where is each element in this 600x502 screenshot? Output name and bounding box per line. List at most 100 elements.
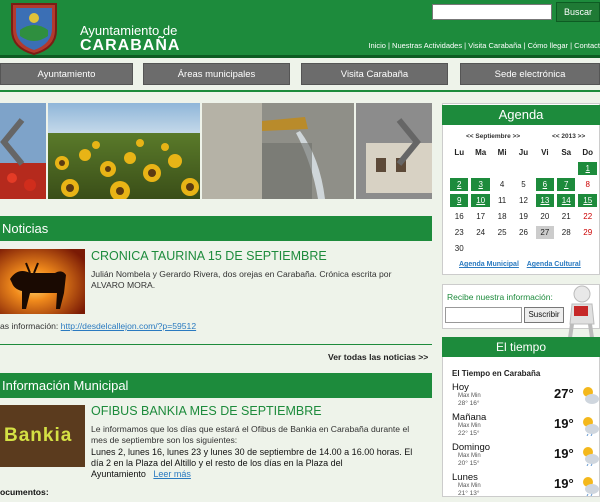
calendar-weekday: Mi — [497, 148, 507, 157]
calendar-day — [471, 162, 490, 175]
nav-divider — [0, 90, 600, 92]
calendar-day: 27 — [535, 226, 555, 239]
municipal-days: Lunes 2, lunes 16, lunes 23 y lunes 30 d… — [91, 447, 421, 480]
municipal-days-text: Lunes 2, lunes 16, lunes 23 y lunes 30 d… — [91, 447, 413, 479]
calendar-day: 28 — [561, 228, 571, 237]
main-nav: Ayuntamiento Áreas municipales Visita Ca… — [0, 62, 600, 88]
weather-day-row: Domingo Max Min 20° 15° 19° — [452, 442, 600, 472]
calendar-day: 23 — [454, 228, 464, 237]
weather-cloud-sun-icon — [583, 447, 599, 466]
year-nav[interactable]: << 2013 >> — [552, 133, 585, 140]
read-more-link[interactable]: Leer más — [153, 469, 191, 479]
slider-prev-icon[interactable] — [0, 118, 26, 166]
weather-temp: 19° — [554, 416, 574, 431]
weather-maxmin-values: 21° 13° — [458, 490, 480, 497]
coat-of-arms-logo[interactable] — [6, 0, 62, 56]
calendar-weekday: Sa — [561, 148, 572, 157]
all-news-link[interactable]: Ver todas las noticias >> — [328, 352, 428, 363]
calendar-day — [557, 162, 575, 175]
weather-day-name: Hoy — [452, 382, 469, 393]
top-links: Inicio | Nuestras Actividades | Visita C… — [368, 41, 600, 50]
calendar-day: 21 — [561, 212, 571, 221]
calendar-week: 9 10 11 12 13 14 15 — [450, 194, 597, 207]
bull-sunset-image[interactable] — [0, 249, 85, 314]
weather-day-row: Lunes Max Min 21° 13° 19° — [452, 472, 600, 502]
calendar-day: 5 — [521, 180, 526, 189]
news-source-link[interactable]: http://desdelcallejon.com/?p=59512 — [61, 321, 196, 331]
nav-sede-electronica[interactable]: Sede electrónica — [460, 63, 600, 85]
calendar-day — [536, 242, 554, 255]
calendar-day: 19 — [519, 212, 528, 221]
agenda-heading: Agenda — [442, 105, 600, 125]
nav-ayuntamiento[interactable]: Ayuntamiento — [0, 63, 133, 85]
calendar-day: 17 — [476, 212, 486, 221]
weather-day-name: Lunes — [452, 472, 478, 483]
town-prefix: Ayuntamiento de — [80, 23, 178, 38]
subscribe-label: Recibe nuestra información: — [447, 292, 553, 302]
calendar-day[interactable]: 10 — [471, 194, 490, 207]
calendar-day: 11 — [497, 196, 507, 205]
weather-cloud-sun-icon — [583, 417, 599, 436]
municipal-heading: Información Municipal — [0, 373, 432, 398]
calendar-day: 29 — [583, 228, 593, 237]
agenda-municipal-link[interactable]: Agenda Municipal — [459, 261, 519, 268]
weather-day-name: Domingo — [452, 442, 491, 453]
calendar-day: 12 — [519, 196, 528, 205]
calendar-day — [578, 242, 597, 255]
calendar-day[interactable]: 3 — [471, 178, 490, 191]
calendar-week: 23 24 25 26 27 28 29 — [450, 226, 597, 239]
calendar-weekday: Ma — [475, 148, 487, 157]
weather-temp: 19° — [554, 476, 574, 491]
calendar-day[interactable]: 6 — [535, 178, 555, 191]
weather-maxmin-label: Max Min — [458, 423, 481, 429]
subscribe-button[interactable]: Suscribir — [524, 307, 564, 323]
weather-day-row: Mañana Max Min 22° 15° 19° — [452, 412, 600, 442]
bankia-logo[interactable]: Bankia — [0, 405, 85, 467]
calendar-weekday: Do — [582, 148, 594, 157]
documents-label: ocumentos: — [0, 487, 49, 497]
news-summary: Julián Nombela y Gerardo Rivera, dos ore… — [91, 269, 392, 290]
top-link-visita[interactable]: Visita Carabaña — [468, 41, 521, 50]
calendar-day[interactable]: 9 — [450, 194, 469, 207]
top-link-inicio[interactable]: Inicio — [368, 41, 386, 50]
calendar-day: 24 — [476, 228, 486, 237]
nav-areas-municipales[interactable]: Áreas municipales — [143, 63, 290, 85]
calendar-week: 1 — [450, 162, 597, 175]
top-link-actividades[interactable]: Nuestras Actividades — [392, 41, 462, 50]
news-more-label: as información: — [0, 321, 61, 331]
weather-subtitle: El Tiempo en Carabaña — [452, 369, 541, 378]
top-link-como-llegar[interactable]: Cómo llegar — [528, 41, 568, 50]
subscribe-email-input[interactable] — [445, 307, 522, 323]
noticias-heading: Noticias — [0, 216, 432, 241]
agenda-cultural-link[interactable]: Agenda Cultural — [527, 261, 581, 268]
nav-visita-carabana[interactable]: Visita Carabaña — [301, 63, 448, 85]
calendar-day[interactable]: 14 — [557, 194, 576, 207]
calendar-day[interactable]: 13 — [535, 194, 555, 207]
calendar-day: 20 — [540, 212, 550, 221]
site-header: Ayuntamiento de CARABAÑA Buscar Inicio |… — [0, 0, 600, 58]
news-title[interactable]: CRONICA TAURINA 15 DE SEPTIEMBRE — [91, 249, 327, 263]
search-button[interactable]: Buscar — [556, 2, 600, 22]
municipal-title[interactable]: OFIBUS BANKIA MES DE SEPTIEMBRE — [91, 404, 322, 418]
weather-cloud-sun-icon — [583, 387, 599, 404]
mascot-figure-icon — [568, 285, 595, 339]
slider-next-icon[interactable] — [395, 118, 421, 166]
calendar-week: 16 17 18 19 20 21 22 — [450, 210, 597, 223]
calendar-day: 8 — [585, 180, 590, 189]
weather-maxmin-label: Max Min — [458, 483, 481, 489]
weather-day-row: Hoy Max Min 28° 16° 27° — [452, 382, 600, 412]
search-input[interactable] — [432, 4, 552, 20]
weather-maxmin-label: Max Min — [458, 393, 481, 399]
photo-slider[interactable] — [0, 103, 432, 199]
calendar-day[interactable]: 15 — [578, 194, 597, 207]
month-nav[interactable]: << Septiembre >> — [466, 133, 520, 140]
calendar-day[interactable]: 2 — [450, 178, 469, 191]
calendar-day: 22 — [583, 212, 593, 221]
agenda-calendar: Lu Ma Mi Ju Vi Sa Do 1 2 3 4 5 6 7 8 9 10 11 12 13 14 15 16 17… — [447, 143, 600, 258]
weather-day-name: Mañana — [452, 412, 487, 423]
calendar-day[interactable]: 7 — [557, 178, 576, 191]
news-divider — [0, 344, 432, 345]
calendar-day[interactable]: 1 — [578, 162, 597, 175]
top-link-contacto[interactable]: Contact — [574, 41, 600, 50]
town-name[interactable]: CARABAÑA — [80, 37, 180, 55]
